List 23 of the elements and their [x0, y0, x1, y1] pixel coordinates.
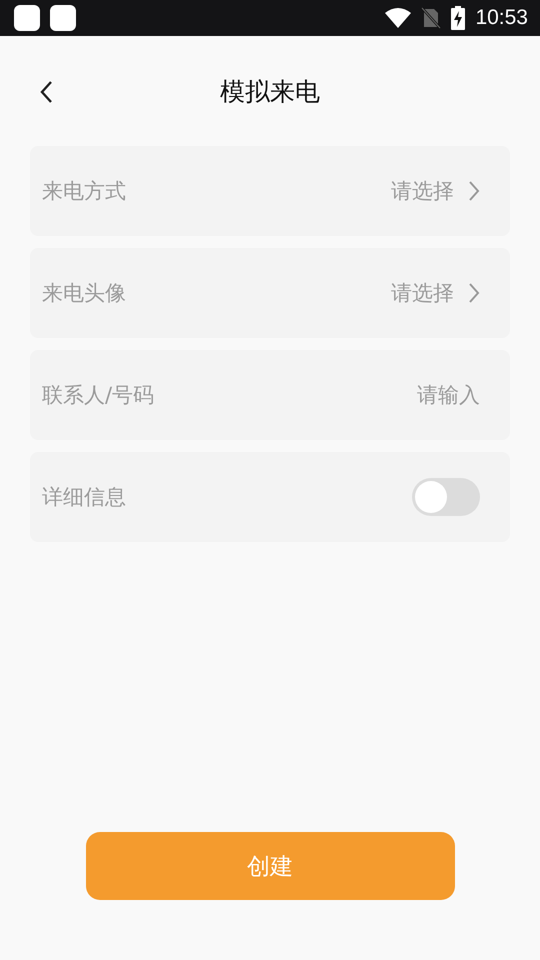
row-label: 来电头像: [42, 280, 127, 307]
back-icon: [40, 80, 54, 104]
row-label: 详细信息: [42, 484, 127, 511]
toggle-switch[interactable]: [412, 478, 480, 516]
chevron-right-icon: [468, 180, 480, 202]
form-row[interactable]: 详细信息: [30, 452, 510, 542]
select-value[interactable]: 请选择: [391, 279, 454, 307]
chevron-right-icon: [468, 282, 480, 304]
status-time: 10:53: [475, 6, 528, 30]
form-row[interactable]: 来电头像 请选择: [30, 248, 510, 338]
page-title: 模拟来电: [220, 76, 320, 108]
form-row[interactable]: 来电方式 请选择: [30, 146, 510, 236]
input-field[interactable]: 请输入: [320, 383, 480, 407]
wifi-icon: [385, 7, 412, 29]
create-button[interactable]: 创建: [86, 832, 454, 900]
notification-icon: [14, 5, 40, 31]
form-row[interactable]: 联系人/号码 请输入: [30, 350, 510, 440]
row-label: 联系人/号码: [42, 382, 156, 409]
no-sim-icon: [421, 7, 442, 29]
row-label: 来电方式: [42, 178, 127, 205]
battery-charging-icon: [451, 6, 466, 30]
select-value[interactable]: 请选择: [391, 177, 454, 205]
notification-icon: [50, 5, 76, 31]
